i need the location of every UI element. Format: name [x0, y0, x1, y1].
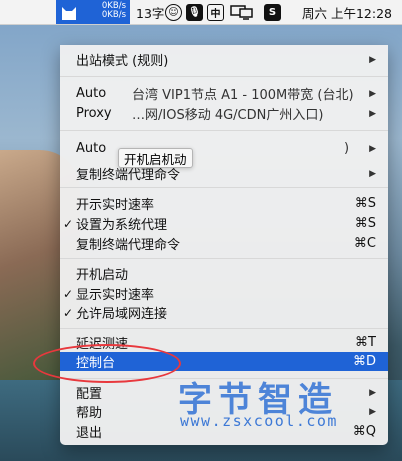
menu-item-label: 退出 — [76, 426, 103, 441]
checkmark-icon: ✓ — [63, 286, 74, 301]
shortcut-label: ⌘D — [352, 354, 376, 369]
selected-node-value: 台湾 VIP1节点 A1 - 100M带宽 (台北) — [132, 88, 354, 103]
menu-item-proxy-group[interactable]: Proxy …网/IOS移动 4G/CDN广州入口) ▶ — [60, 104, 388, 123]
input-method-icon[interactable]: 中 — [207, 0, 224, 24]
menu-bar: 0KB/s 0KB/s 13字 ☺ 🎙 中 S 周六 上午12:28 — [0, 0, 402, 25]
clock[interactable]: 周六 上午12:28 — [302, 0, 392, 24]
annotation-ring — [33, 344, 181, 383]
cat-icon — [62, 7, 76, 20]
network-speed: 0KB/s 0KB/s — [82, 2, 126, 20]
watermark-url: www.zsxcool.com — [180, 412, 338, 430]
menu-item-label: 复制终端代理命令 — [76, 238, 181, 253]
menu-item-label: 帮助 — [76, 406, 103, 421]
submenu-arrow-icon: ▶ — [369, 406, 376, 417]
submenu-arrow-icon: ▶ — [369, 108, 376, 119]
microphone-icon[interactable]: 🎙 — [186, 0, 203, 24]
menu-item-allow-lan[interactable]: ✓ 允许局域网连接 — [60, 303, 388, 323]
menu-item-label: Auto — [76, 141, 107, 156]
menu-separator — [60, 328, 388, 329]
menu-item-label: 开示实时速率 — [76, 198, 155, 213]
smiley-icon[interactable]: ☺ — [165, 0, 182, 24]
shortcut-label: ⌘S — [354, 216, 376, 231]
menu-item-auto-group-2[interactable]: Auto ) ▶ — [60, 139, 388, 158]
submenu-arrow-icon: ▶ — [369, 143, 376, 154]
checkmark-icon: ✓ — [63, 216, 74, 231]
clashx-status-item[interactable]: 0KB/s 0KB/s — [56, 0, 130, 24]
shortcut-label: ⌘C — [353, 236, 376, 251]
menu-item-label: Auto — [76, 86, 107, 101]
menu-item-outbound-mode[interactable]: 出站模式 (规则) ▶ — [60, 50, 388, 69]
menu-item-label: 开机启动 — [76, 268, 129, 283]
menu-separator — [60, 130, 388, 131]
menu-item-label: Proxy — [76, 106, 112, 121]
submenu-arrow-icon: ▶ — [369, 168, 376, 179]
display-icon[interactable] — [230, 0, 254, 24]
menu-separator — [60, 76, 388, 77]
word-count-status[interactable]: 13字 — [136, 0, 164, 24]
menu-item-launch-at-login[interactable]: 开机启动 — [60, 264, 388, 283]
tooltip: 开机启机动 — [118, 148, 193, 168]
shortcut-label: ⌘Q — [352, 424, 376, 439]
menu-item-copy-terminal-proxy-1[interactable]: 复制终端代理命令 ▶ — [60, 164, 388, 183]
submenu-arrow-icon: ▶ — [369, 387, 376, 398]
menu-item-show-speed[interactable]: 开示实时速率 ⌘S — [60, 194, 388, 213]
menu-item-display-speed[interactable]: ✓ 显示实时速率 — [60, 284, 388, 304]
menu-item-label: 允许局域网连接 — [76, 307, 168, 322]
menu-item-label: 配置 — [76, 387, 103, 402]
menu-separator — [60, 187, 388, 188]
checkmark-icon: ✓ — [63, 305, 74, 320]
menu-item-label: 出站模式 (规则) — [76, 54, 169, 69]
menu-item-label: 显示实时速率 — [76, 288, 155, 303]
shortcut-label: ⌘S — [354, 196, 376, 211]
selected-node-value: …网/IOS移动 4G/CDN广州入口) — [132, 108, 324, 123]
submenu-arrow-icon: ▶ — [369, 54, 376, 65]
menu-separator — [60, 258, 388, 259]
shortcut-label: ⌘T — [355, 335, 376, 350]
monitor-icon — [230, 5, 253, 20]
download-speed: 0KB/s — [101, 10, 126, 20]
menu-item-copy-terminal-proxy-2[interactable]: 复制终端代理命令 ⌘C — [60, 234, 388, 253]
selected-node-value: ) — [344, 141, 350, 156]
submenu-arrow-icon: ▶ — [369, 88, 376, 99]
menu-item-set-system-proxy[interactable]: ✓ 设置为系统代理 ⌘S — [60, 214, 388, 233]
s-app-icon[interactable]: S — [264, 0, 281, 24]
menu-item-auto-group[interactable]: Auto 台湾 VIP1节点 A1 - 100M带宽 (台北) ▶ — [60, 84, 388, 103]
menu-item-label: 设置为系统代理 — [76, 218, 168, 233]
